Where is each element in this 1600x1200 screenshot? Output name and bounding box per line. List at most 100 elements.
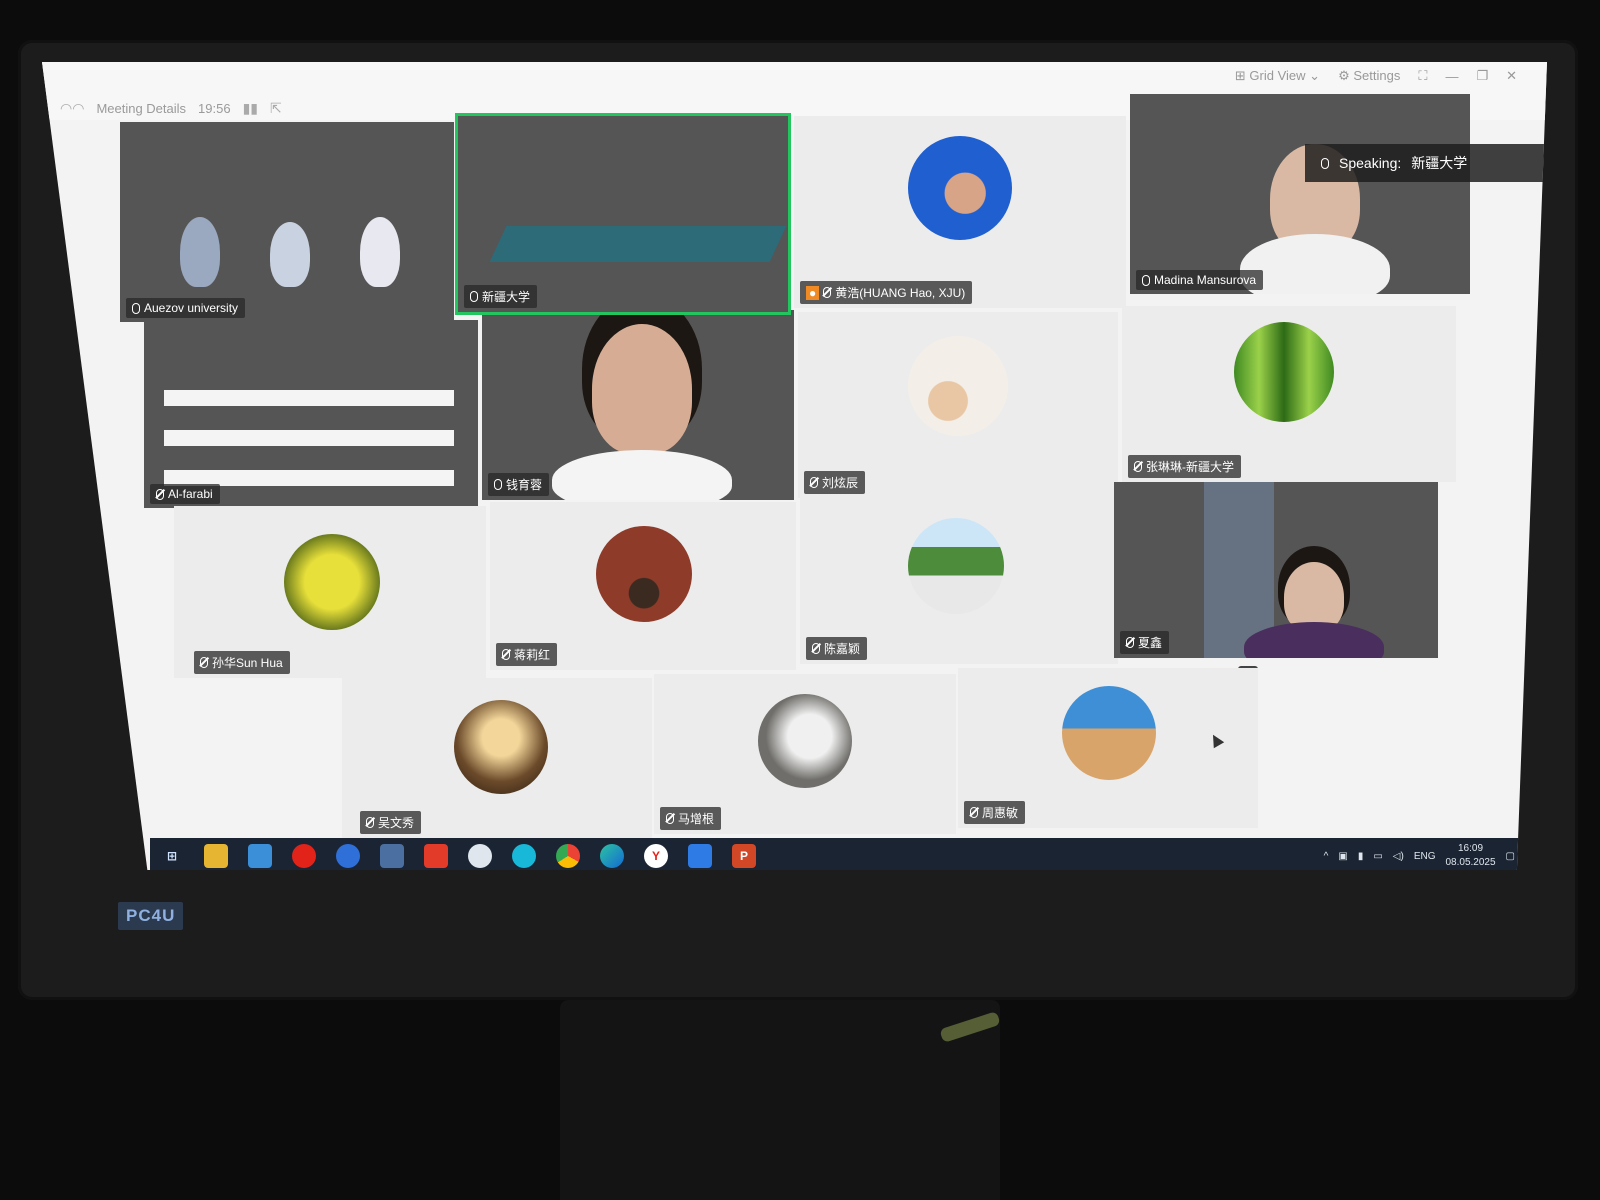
person-figure [360,217,400,287]
network-icon[interactable]: ▭ [1373,851,1382,862]
desk-row [164,430,454,446]
speaking-indicator: Speaking: 新疆大学 [1305,144,1547,182]
participant-name-tag: 陈嘉颖 [806,637,868,660]
person-figure [592,324,692,454]
grid-view-button[interactable]: ⊞ Grid View ⌄ [1235,68,1320,84]
camera-app-icon[interactable] [468,844,492,868]
participant-tile[interactable]: 蒋莉红 [490,502,796,670]
chrome-icon[interactable] [556,844,580,868]
clock-time: 16:09 [1458,843,1484,854]
fullscreen-icon[interactable]: ⛶ [1418,68,1427,84]
participant-name-tag: 新疆大学 [464,285,538,308]
edge-icon[interactable] [600,844,624,868]
meeting-timer: 19:56 [198,101,231,116]
participant-tile[interactable]: 张琳琳-新疆大学 [1122,306,1456,482]
mic-muted-icon [823,287,832,298]
signal-icon[interactable]: ▮▮ [243,100,258,117]
meeting-app-icon[interactable] [688,844,712,868]
mic-muted-icon [1134,461,1142,472]
participant-name-tag: 夏鑫 [1120,631,1170,654]
mic-icon [132,302,140,314]
participant-tile[interactable]: 吴文秀 [342,678,652,838]
participant-name-tag: 马增根 [660,807,722,830]
participant-avatar [1062,686,1156,780]
meeting-info: ◠◠ Meeting Details 19:56 ▮▮ ⇱ [60,100,282,117]
participant-avatar [1234,322,1334,422]
participant-avatar [908,336,1008,436]
minimize-icon[interactable]: — [1445,69,1458,84]
participant-name-tag: 张琳琳-新疆大学 [1128,455,1241,478]
screen: ◠◠ Meeting Details 19:56 ▮▮ ⇱ ⊞ Grid Vie… [42,62,1547,870]
share-icon[interactable]: ⇱ [270,100,282,117]
participant-tile[interactable]: 钱育蓉 [482,310,794,500]
conference-table [489,226,787,262]
participant-name-tag: Madina Mansurova [1136,270,1264,290]
participant-name-tag: 钱育蓉 [488,473,550,496]
app-icon[interactable] [336,844,360,868]
notifications-icon[interactable]: ▢ [1506,851,1515,862]
powerpoint-icon[interactable]: P [732,844,756,868]
participant-avatar [908,518,1004,614]
participant-tile[interactable]: Al-farabi [144,320,478,508]
opera-icon[interactable] [292,844,316,868]
settings-button[interactable]: ⚙ Settings [1338,68,1400,84]
system-clock[interactable]: 16:09 08.05.2025 [1445,842,1495,870]
participant-name-tag: 孙华Sun Hua [194,651,290,674]
participant-name-tag: 蒋莉红 [496,643,558,666]
volume-icon[interactable]: ◁) [1393,851,1404,862]
device-icon[interactable]: ▣ [1338,851,1347,862]
file-explorer-icon[interactable] [204,844,228,868]
participant-name-tag: 刘炫辰 [804,471,866,494]
mic-muted-icon [812,643,820,654]
participant-tile[interactable]: 孙华Sun Hua [174,506,486,678]
participant-tile[interactable]: 夏鑫 [1114,482,1438,658]
participant-name-tag: 吴文秀 [360,811,422,834]
grid-icon: ⊞ [1234,68,1246,83]
user-icon: ● [806,285,820,300]
anydesk-icon[interactable] [424,844,448,868]
windows-taskbar: ⊞ Y P ^ ▣ ▮ ▭ ◁) ENG 16:09 08.05.2025 ▢ [150,838,1535,870]
participant-tile[interactable]: ● 黄浩(HUANG Hao, XJU) [794,116,1126,308]
monitor-stand [560,1000,1000,1200]
participant-name-tag: 周惠敏 [964,801,1026,824]
app-logo-icon: ◠◠ [60,100,85,116]
participant-name-tag: ● 黄浩(HUANG Hao, XJU) [800,281,973,304]
mic-tray-icon[interactable]: ▮ [1358,851,1364,862]
meeting-details-button[interactable]: Meeting Details [96,101,186,116]
participant-tile-active[interactable]: 新疆大学 [455,113,791,315]
participant-avatar [908,136,1012,240]
participant-avatar [454,700,548,794]
participant-tile[interactable]: 陈嘉颖 [800,498,1118,664]
participant-name-tag: Auezov university [126,298,246,318]
participant-avatar [284,534,380,630]
mic-muted-icon [366,817,374,828]
close-icon[interactable]: ✕ [1506,68,1517,84]
desk-row [164,390,454,406]
yandex-browser-icon[interactable]: Y [644,844,668,868]
participant-name-tag: Al-farabi [150,484,220,504]
network-app-icon[interactable] [380,844,404,868]
participant-tile[interactable]: Madina Mansurova [1130,94,1470,294]
language-indicator[interactable]: ENG [1414,851,1436,862]
system-tray: ^ ▣ ▮ ▭ ◁) ENG 16:09 08.05.2025 ▢ [1324,838,1515,870]
mic-muted-icon [200,657,208,668]
clock-date: 08.05.2025 [1445,857,1496,868]
monitor-app-icon[interactable] [248,844,272,868]
mic-muted-icon [1126,637,1134,648]
participant-tile[interactable]: 马增根 [654,674,956,834]
canva-icon[interactable] [512,844,536,868]
participant-avatar [758,694,852,788]
participant-avatar [596,526,692,622]
monitor-brand-label: PC4U [118,902,184,930]
mic-muted-icon [970,807,978,818]
mic-muted-icon [810,477,818,488]
gear-icon: ⚙ [1338,68,1350,83]
participant-tile[interactable]: 刘炫辰 [798,312,1118,498]
participant-tile[interactable]: Auezov university [120,122,454,322]
restore-icon[interactable]: ❐ [1476,68,1488,84]
chevron-up-icon[interactable]: ^ [1324,851,1329,862]
person-figure [270,222,310,287]
mic-icon [494,479,502,490]
person-figure [552,450,732,500]
windows-start-icon[interactable]: ⊞ [160,844,184,868]
